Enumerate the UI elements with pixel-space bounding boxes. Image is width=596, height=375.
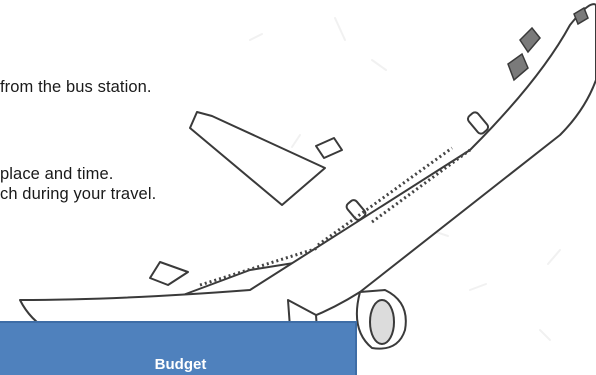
budget-table-header: Budget bbox=[0, 321, 357, 375]
budget-header-label: Budget bbox=[154, 356, 207, 373]
slide-canvas: from the bus station. place and time. ch… bbox=[0, 0, 596, 375]
airplane-sketch-icon bbox=[19, 3, 596, 375]
